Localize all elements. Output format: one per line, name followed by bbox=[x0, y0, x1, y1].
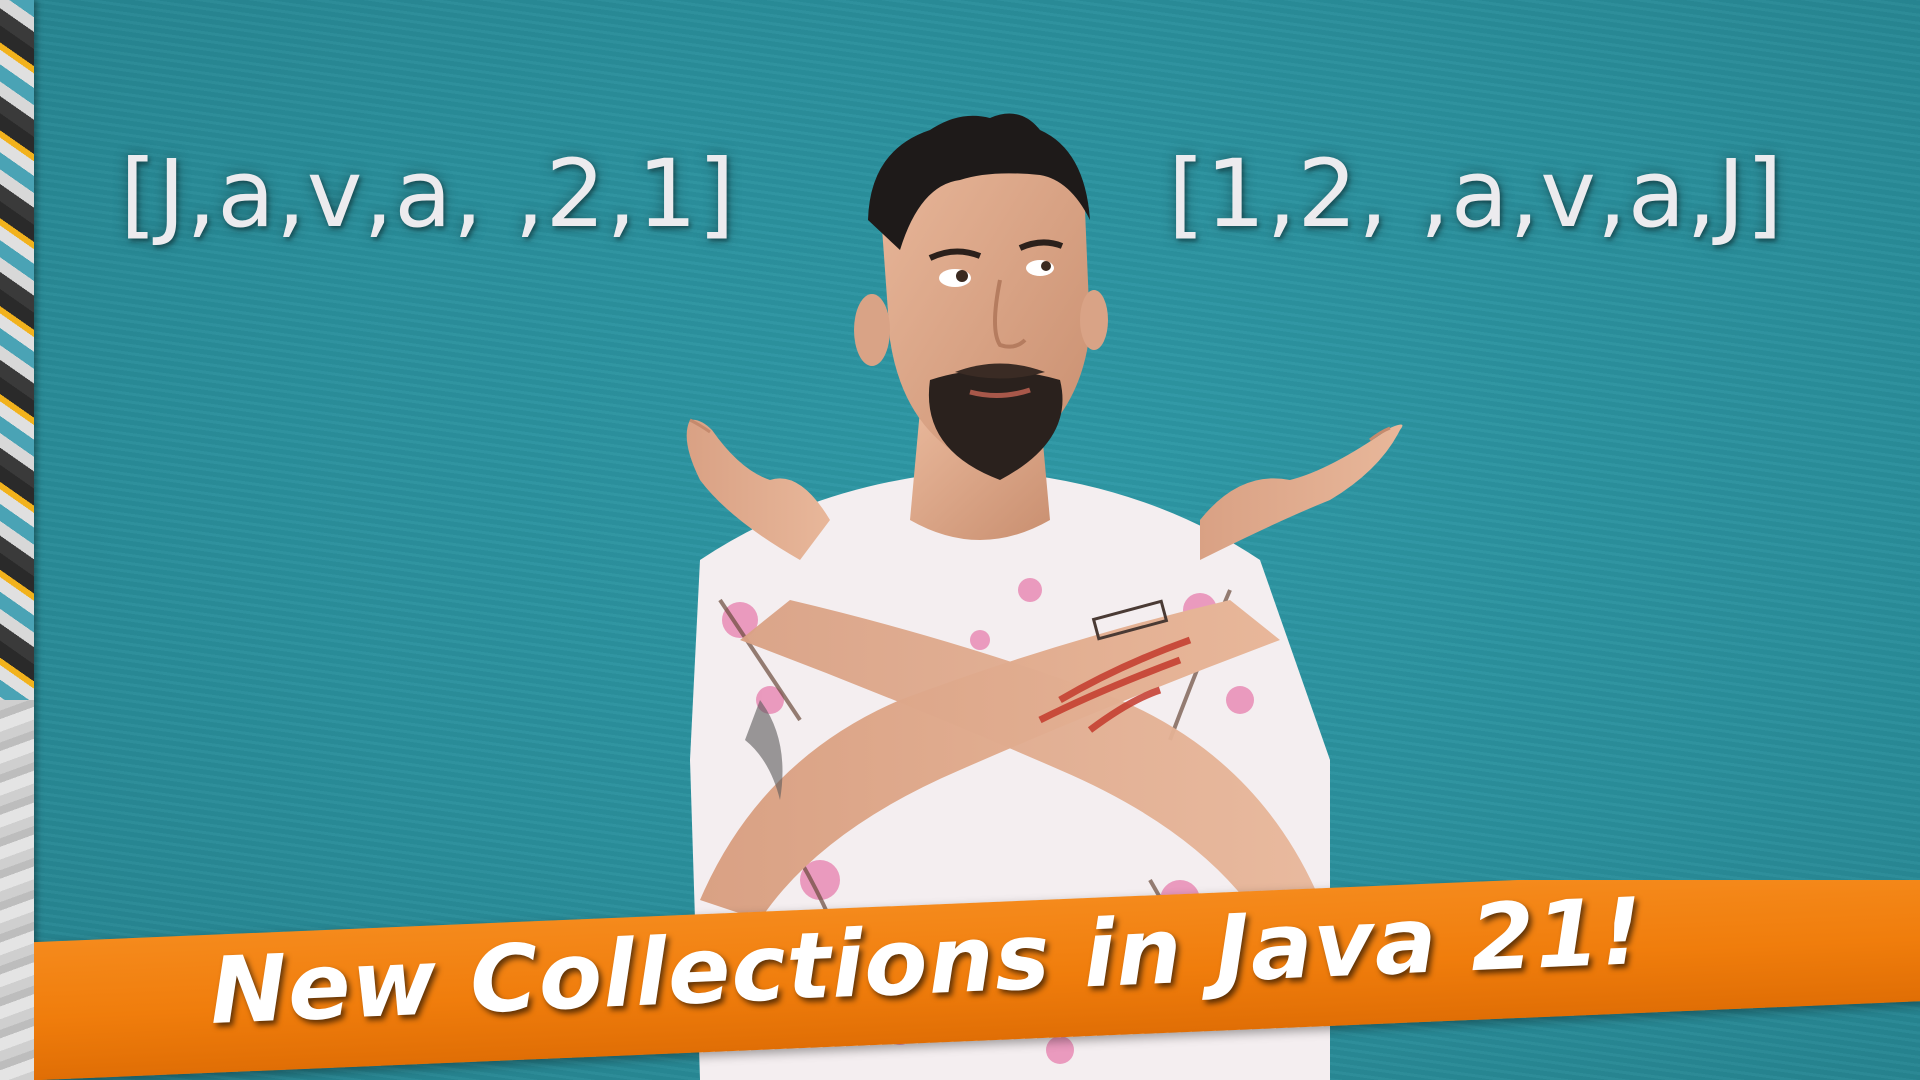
thumbnail-canvas: [J,a,v,a, ,2,1] [1,2, ,a,v,a,J] New Coll… bbox=[0, 0, 1920, 1080]
head bbox=[854, 113, 1108, 480]
